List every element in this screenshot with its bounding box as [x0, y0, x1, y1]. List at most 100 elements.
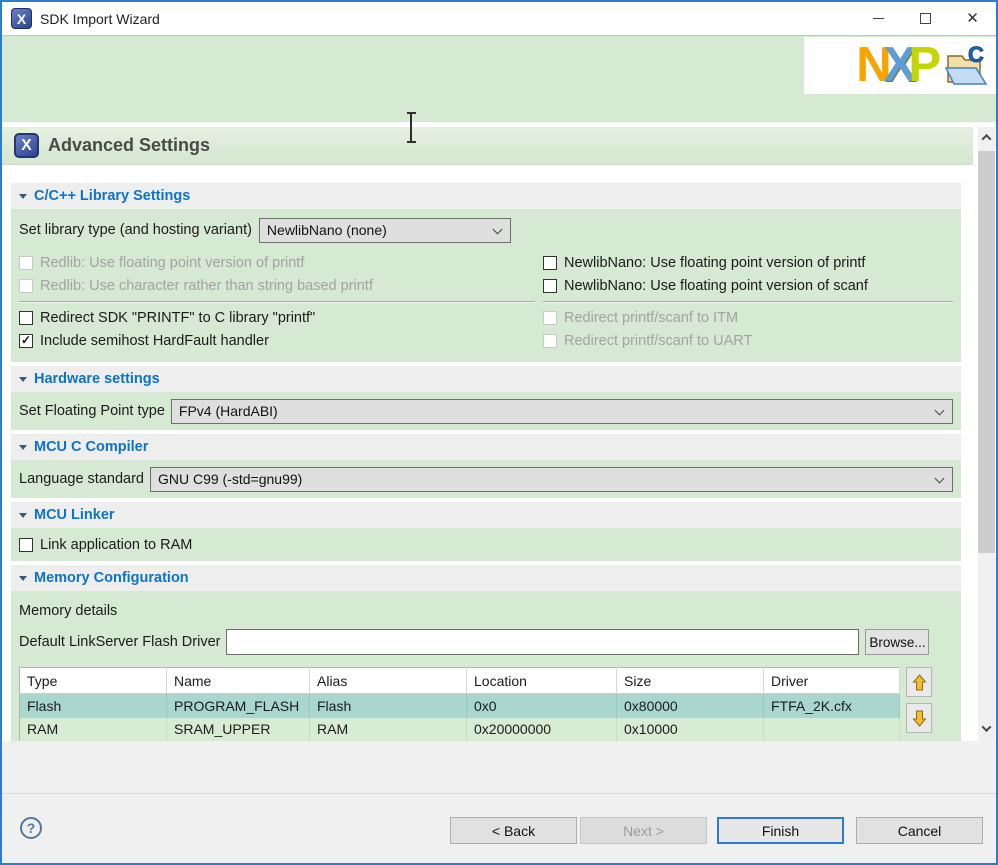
column-header-alias[interactable]: Alias: [309, 667, 467, 694]
checkbox-newlibnano-float-printf[interactable]: NewlibNano: Use floating point version o…: [543, 251, 953, 274]
maximize-button[interactable]: [902, 2, 949, 35]
section-memory-configuration: Memory Configuration Memory details Defa…: [11, 565, 961, 741]
close-icon: ✕: [966, 10, 979, 27]
library-checkbox-grid: Redlib: Use floating point version of pr…: [19, 251, 953, 352]
section-header-linker[interactable]: MCU Linker: [11, 502, 961, 528]
section-title-linker: MCU Linker: [34, 507, 115, 523]
checkbox-icon[interactable]: [543, 278, 557, 293]
back-button[interactable]: < Back: [450, 817, 577, 844]
mcuxpresso-app-icon: X: [11, 8, 32, 29]
move-row-up-button[interactable]: [906, 667, 932, 697]
checkbox-icon: [19, 278, 33, 293]
section-body-hardware: Set Floating Point type FPv4 (HardABI): [11, 392, 961, 430]
flash-driver-label: Default LinkServer Flash Driver: [19, 634, 221, 650]
page-title: Advanced Settings: [48, 135, 211, 155]
collapse-twistie-icon: [19, 512, 27, 518]
settings-content: C/C++ Library Settings Set library type …: [2, 165, 973, 741]
column-header-size[interactable]: Size: [616, 667, 764, 694]
checkbox-icon[interactable]: [19, 310, 33, 325]
collapse-twistie-icon: [19, 444, 27, 450]
column-header-name[interactable]: Name: [166, 667, 310, 694]
vertical-scrollbar[interactable]: [978, 127, 995, 741]
scrollbar-up-button[interactable]: [978, 129, 995, 146]
checkbox-icon[interactable]: [19, 537, 33, 552]
table-row-flash[interactable]: Flash PROGRAM_FLASH Flash 0x0 0x80000 FT…: [19, 693, 900, 718]
collapse-twistie-icon: [19, 575, 27, 581]
checkbox-redirect-itm: Redirect printf/scanf to ITM: [543, 306, 953, 329]
question-mark-icon: ?: [26, 820, 36, 836]
checkbox-redlib-char-printf: Redlib: Use character rather than string…: [19, 274, 535, 297]
checkbox-newlibnano-float-scanf[interactable]: NewlibNano: Use floating point version o…: [543, 274, 953, 297]
arrow-up-icon: [911, 673, 927, 690]
svg-text:C: C: [968, 44, 984, 67]
section-body-memory: Memory details Default LinkServer Flash …: [11, 591, 961, 741]
flash-driver-row: Default LinkServer Flash Driver Browse..…: [19, 627, 953, 657]
nxp-wordmark: N X P: [856, 38, 941, 92]
section-header-memory[interactable]: Memory Configuration: [11, 565, 961, 591]
section-header-hardware[interactable]: Hardware settings: [11, 366, 961, 392]
floating-point-value: FPv4 (HardABI): [178, 403, 278, 419]
section-library-settings: C/C++ Library Settings Set library type …: [11, 183, 961, 362]
chevron-down-icon: [934, 473, 945, 483]
library-type-combo[interactable]: NewlibNano (none): [258, 217, 511, 243]
section-title-library: C/C++ Library Settings: [34, 188, 191, 204]
library-checkbox-column-right: NewlibNano: Use floating point version o…: [543, 251, 953, 352]
nxp-logo: N X P C: [804, 37, 996, 94]
next-button: Next >: [580, 817, 707, 844]
scrollbar-down-button[interactable]: [978, 720, 995, 737]
window-controls: ✕: [855, 2, 996, 35]
scrollbar-thumb[interactable]: [978, 151, 995, 553]
checkbox-icon[interactable]: [543, 255, 557, 270]
checkbox-group-divider: [543, 301, 953, 302]
window-title: SDK Import Wizard: [40, 10, 160, 27]
move-row-down-button[interactable]: [906, 703, 932, 733]
section-hardware-settings: Hardware settings Set Floating Point typ…: [11, 366, 961, 430]
floating-point-combo[interactable]: FPv4 (HardABI): [170, 398, 953, 424]
finish-button[interactable]: Finish: [717, 817, 844, 844]
browse-button[interactable]: Browse...: [865, 629, 930, 655]
scroll-content: X Advanced Settings C/C++ Library Settin…: [2, 127, 973, 741]
minimize-icon: [873, 18, 884, 19]
checkbox-link-to-ram[interactable]: Link application to RAM: [19, 533, 953, 556]
maximize-icon: [920, 13, 931, 24]
memory-table-area: Type Name Alias Location Size Driver Fla…: [19, 667, 953, 741]
section-header-library[interactable]: C/C++ Library Settings: [11, 183, 961, 209]
table-row-ram[interactable]: RAM SRAM_UPPER RAM 0x20000000 0x10000: [19, 717, 900, 741]
nxp-letter-n: N: [856, 38, 891, 92]
section-header-compiler[interactable]: MCU C Compiler: [11, 434, 961, 460]
memory-table-header-row: Type Name Alias Location Size Driver: [19, 667, 900, 694]
language-standard-combo[interactable]: GNU C99 (-std=gnu99): [149, 466, 953, 492]
nxp-letter-p: P: [908, 38, 941, 92]
language-standard-value: GNU C99 (-std=gnu99): [157, 471, 303, 487]
checkbox-semihost-hardfault[interactable]: Include semihost HardFault handler: [19, 329, 535, 352]
cancel-button[interactable]: Cancel: [856, 817, 983, 844]
section-mcu-linker: MCU Linker Link application to RAM: [11, 502, 961, 561]
memory-table: Type Name Alias Location Size Driver Fla…: [19, 667, 900, 741]
column-header-location[interactable]: Location: [466, 667, 617, 694]
library-type-value: NewlibNano (none): [266, 222, 387, 238]
chevron-down-icon: [981, 722, 992, 733]
checkbox-icon: [543, 310, 557, 325]
language-standard-label: Language standard: [19, 471, 144, 487]
collapse-twistie-icon: [19, 376, 27, 382]
section-title-compiler: MCU C Compiler: [34, 439, 149, 455]
column-header-driver[interactable]: Driver: [763, 667, 900, 694]
titlebar: X SDK Import Wizard ✕: [2, 2, 996, 36]
minimize-button[interactable]: [855, 2, 902, 35]
c-folder-icon: C: [944, 44, 988, 85]
floating-point-label: Set Floating Point type: [19, 403, 165, 419]
checkbox-icon: [19, 255, 33, 270]
checkbox-redirect-uart: Redirect printf/scanf to UART: [543, 329, 953, 352]
help-button[interactable]: ?: [20, 817, 42, 839]
checkbox-redirect-sdk-printf[interactable]: Redirect SDK "PRINTF" to C library "prin…: [19, 306, 535, 329]
checkbox-checked-icon[interactable]: [19, 333, 33, 348]
close-button[interactable]: ✕: [949, 2, 996, 35]
ibeam-cursor: [405, 112, 418, 143]
column-header-type[interactable]: Type: [19, 667, 167, 694]
chevron-down-icon: [492, 224, 503, 234]
flash-driver-input[interactable]: [226, 629, 860, 655]
wizard-page-viewport: X Advanced Settings C/C++ Library Settin…: [2, 127, 996, 741]
memory-details-label: Memory details: [19, 603, 118, 619]
page-header: X Advanced Settings: [2, 127, 973, 165]
checkbox-group-divider: [19, 301, 535, 302]
